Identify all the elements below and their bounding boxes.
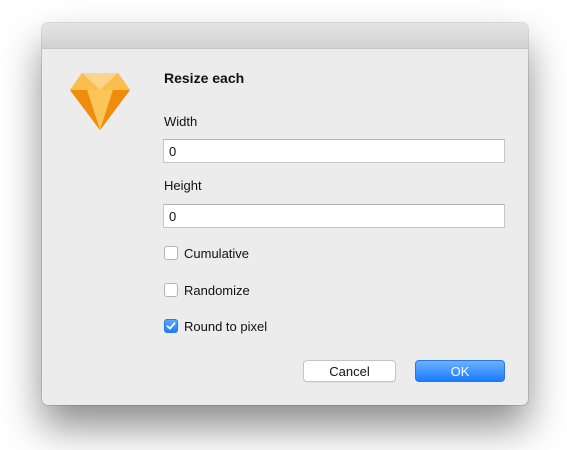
height-label: Height [164, 178, 202, 193]
ok-button[interactable]: OK [415, 360, 505, 382]
cumulative-label: Cumulative [184, 245, 250, 261]
cancel-button[interactable]: Cancel [303, 360, 396, 382]
randomize-checkbox[interactable] [164, 283, 178, 297]
width-input[interactable] [163, 139, 505, 163]
resize-dialog: Resize each Width Height Cumulative Rand… [42, 23, 528, 405]
width-label: Width [164, 114, 198, 129]
round-to-pixel-checkbox[interactable] [164, 319, 178, 333]
sketch-diamond-icon [69, 68, 131, 138]
dialog-titlebar[interactable] [42, 23, 528, 49]
randomize-label: Randomize [184, 282, 250, 298]
randomize-option[interactable]: Randomize [164, 281, 250, 299]
round-to-pixel-option[interactable]: Round to pixel [164, 317, 267, 335]
round-to-pixel-label: Round to pixel [184, 318, 268, 334]
dialog-heading: Resize each [164, 70, 245, 86]
cumulative-option[interactable]: Cumulative [164, 244, 249, 262]
cumulative-checkbox[interactable] [164, 246, 178, 260]
checkmark-icon [166, 322, 176, 330]
height-input[interactable] [163, 204, 505, 228]
